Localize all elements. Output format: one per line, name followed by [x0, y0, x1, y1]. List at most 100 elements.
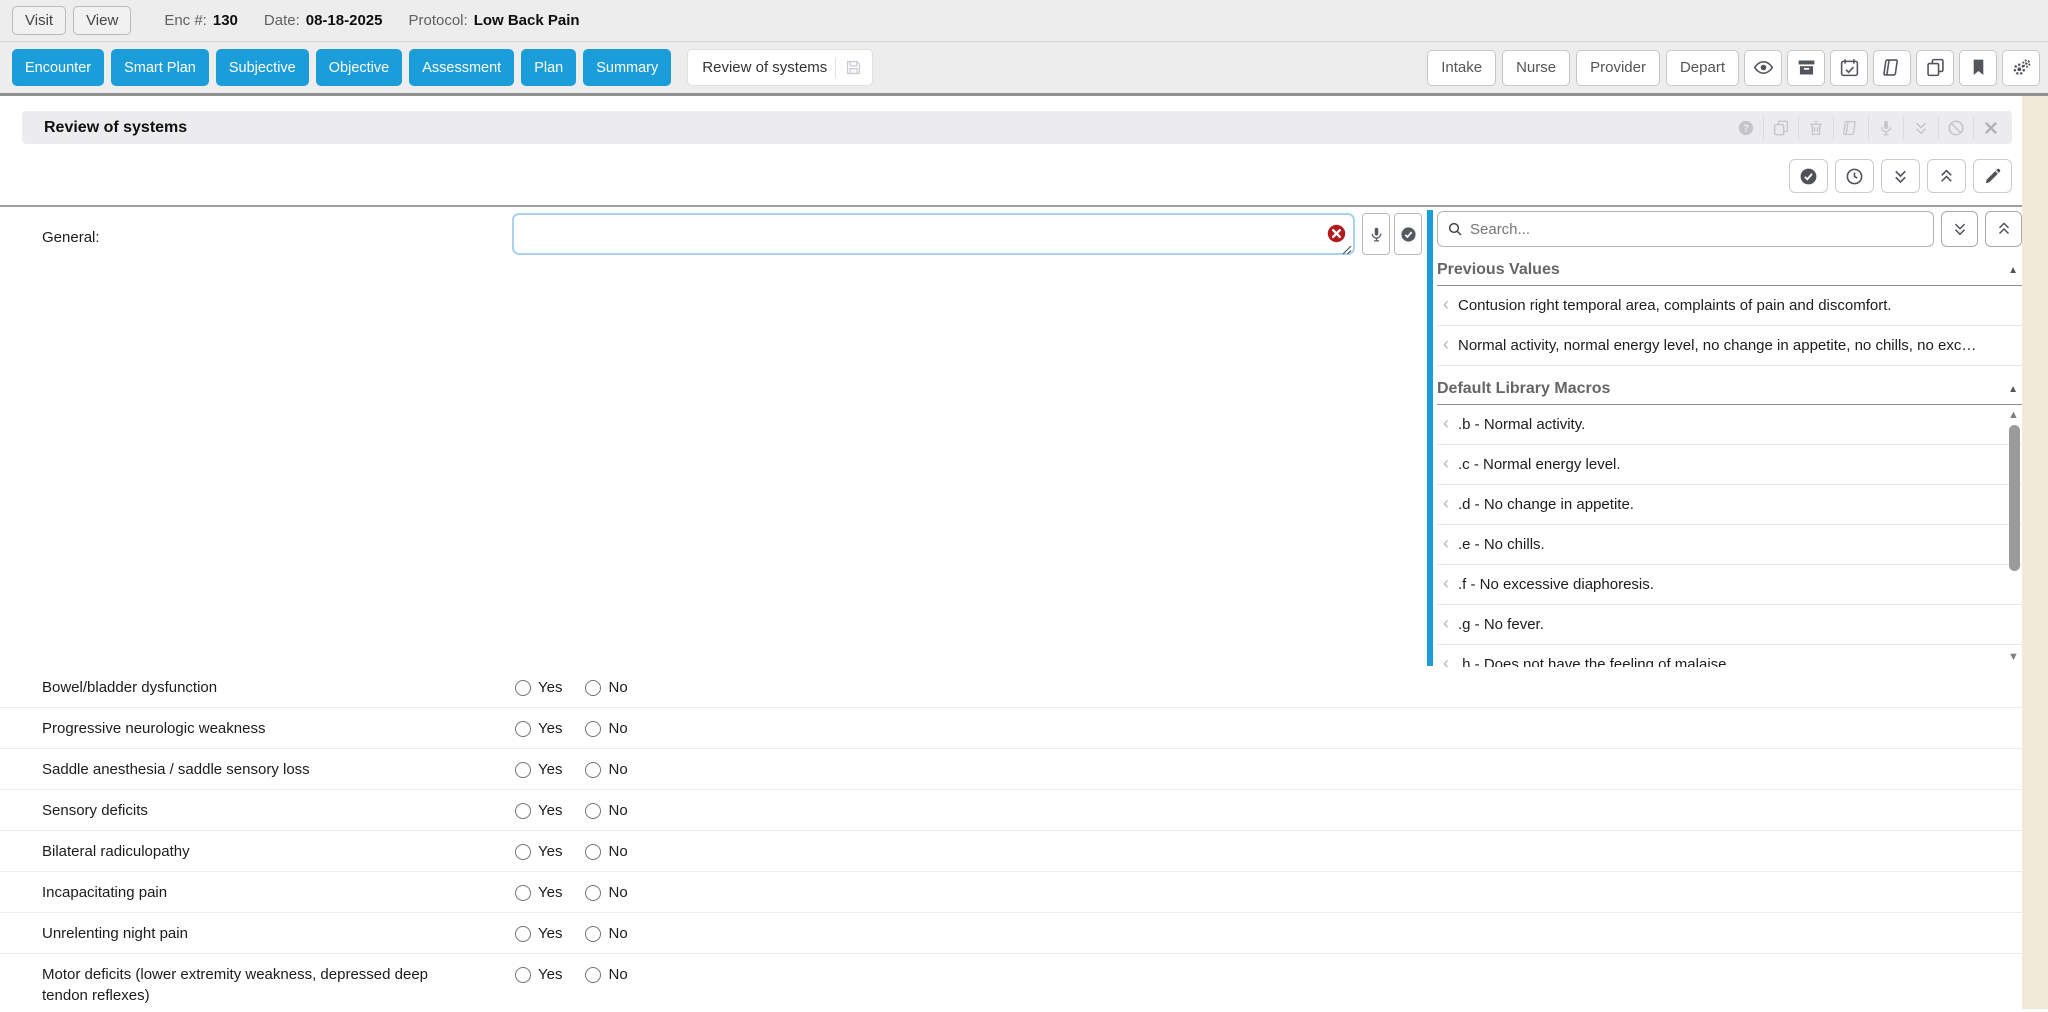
section-tab[interactable]: Subjective — [216, 49, 309, 86]
macro-item[interactable]: ‹ .e - No chills. — [1437, 525, 2022, 565]
no-radio[interactable]: No — [585, 923, 627, 944]
radio-circle[interactable] — [585, 926, 601, 942]
copy-note-icon[interactable] — [1763, 116, 1798, 140]
general-input[interactable] — [512, 213, 1355, 255]
expand-fields-button[interactable] — [1881, 159, 1920, 193]
yes-radio[interactable]: Yes — [515, 964, 562, 985]
section-tab[interactable]: Encounter — [12, 49, 104, 86]
collapse-sections-button[interactable] — [1985, 211, 2022, 247]
insert-chevron-icon[interactable]: ‹ — [1443, 296, 1449, 312]
no-radio[interactable]: No — [585, 800, 627, 821]
no-radio[interactable]: No — [585, 718, 627, 739]
yes-radio[interactable]: Yes — [515, 677, 562, 698]
radio-circle[interactable] — [515, 967, 531, 983]
nurse-button[interactable]: Nurse — [1502, 50, 1570, 86]
no-radio[interactable]: No — [585, 759, 627, 780]
radio-circle[interactable] — [515, 885, 531, 901]
confirm-field-button[interactable] — [1394, 213, 1422, 255]
macro-item[interactable]: ‹ .h - Does not have the feeling of mala… — [1437, 645, 2022, 667]
settings-button[interactable] — [2002, 50, 2040, 86]
insert-chevron-icon[interactable]: ‹ — [1443, 655, 1449, 667]
edit-button[interactable] — [1973, 159, 2012, 193]
clear-field-icon[interactable] — [1327, 224, 1346, 243]
bookmark-button[interactable] — [1959, 50, 1997, 86]
provider-button[interactable]: Provider — [1576, 50, 1660, 86]
macro-item[interactable]: ‹ .c - Normal energy level. — [1437, 445, 2022, 485]
yes-radio[interactable]: Yes — [515, 718, 562, 739]
no-radio[interactable]: No — [585, 964, 627, 985]
resize-handle[interactable] — [1342, 242, 1352, 252]
history-button[interactable] — [1835, 159, 1874, 193]
macro-item[interactable]: ‹ .b - Normal activity. — [1437, 405, 2022, 445]
macro-item[interactable]: ‹ .d - No change in appetite. — [1437, 485, 2022, 525]
radio-circle[interactable] — [585, 967, 601, 983]
close-icon[interactable] — [1973, 116, 2008, 140]
visit-button[interactable]: Visit — [12, 6, 66, 35]
preview-button[interactable] — [1744, 50, 1782, 86]
insert-chevron-icon[interactable]: ‹ — [1443, 615, 1449, 631]
previous-value-item[interactable]: ‹ Contusion right temporal area, complai… — [1437, 286, 2022, 326]
section-tab[interactable]: Assessment — [409, 49, 514, 86]
radio-circle[interactable] — [515, 680, 531, 696]
radio-circle[interactable] — [585, 762, 601, 778]
collapse-fields-button[interactable] — [1927, 159, 1966, 193]
radio-circle[interactable] — [515, 926, 531, 942]
insert-chevron-icon[interactable]: ‹ — [1443, 336, 1449, 352]
library-icon[interactable] — [1833, 116, 1868, 140]
radio-circle[interactable] — [585, 721, 601, 737]
insert-chevron-icon[interactable]: ‹ — [1443, 455, 1449, 471]
macros-header[interactable]: Default Library Macros ▲ — [1437, 375, 2022, 405]
yes-radio[interactable]: Yes — [515, 882, 562, 903]
library-button[interactable] — [1873, 50, 1911, 86]
previous-value-item[interactable]: ‹ Normal activity, normal energy level, … — [1437, 326, 2022, 366]
active-tab[interactable]: Review of systems — [687, 49, 873, 86]
no-radio[interactable]: No — [585, 677, 627, 698]
radio-circle[interactable] — [585, 803, 601, 819]
radio-circle[interactable] — [515, 762, 531, 778]
dictate-icon[interactable] — [1868, 116, 1903, 140]
dictate-field-button[interactable] — [1362, 213, 1390, 255]
collapse-triangle-icon[interactable]: ▲ — [2008, 265, 2018, 276]
search-box[interactable] — [1437, 211, 1934, 247]
yes-radio[interactable]: Yes — [515, 800, 562, 821]
archive-button[interactable] — [1787, 50, 1825, 86]
save-icon[interactable] — [844, 58, 863, 77]
radio-circle[interactable] — [515, 803, 531, 819]
view-button[interactable]: View — [73, 6, 131, 35]
delete-icon[interactable] — [1798, 116, 1833, 140]
insert-chevron-icon[interactable]: ‹ — [1443, 415, 1449, 431]
complete-check-button[interactable] — [1789, 159, 1828, 193]
radio-circle[interactable] — [585, 680, 601, 696]
macro-item[interactable]: ‹ .g - No fever. — [1437, 605, 2022, 645]
intake-button[interactable]: Intake — [1427, 50, 1496, 86]
expand-all-icon[interactable] — [1903, 116, 1938, 140]
yes-radio[interactable]: Yes — [515, 923, 562, 944]
help-icon[interactable]: ? — [1728, 116, 1763, 140]
no-radio[interactable]: No — [585, 841, 627, 862]
insert-chevron-icon[interactable]: ‹ — [1443, 535, 1449, 551]
previous-values-header[interactable]: Previous Values ▲ — [1437, 256, 2022, 286]
yes-radio[interactable]: Yes — [515, 759, 562, 780]
no-radio[interactable]: No — [585, 882, 627, 903]
section-tab[interactable]: Plan — [521, 49, 576, 86]
disable-icon[interactable] — [1938, 116, 1973, 140]
section-tab[interactable]: Smart Plan — [111, 49, 209, 86]
scroll-down-icon[interactable]: ▼ — [2008, 651, 2019, 663]
copy-button[interactable] — [1916, 50, 1954, 86]
radio-circle[interactable] — [585, 844, 601, 860]
section-tab[interactable]: Objective — [316, 49, 402, 86]
yes-radio[interactable]: Yes — [515, 841, 562, 862]
collapse-triangle-icon[interactable]: ▲ — [2008, 384, 2018, 395]
radio-circle[interactable] — [515, 844, 531, 860]
insert-chevron-icon[interactable]: ‹ — [1443, 495, 1449, 511]
calendar-button[interactable] — [1830, 50, 1868, 86]
section-tab[interactable]: Summary — [583, 49, 671, 86]
macros-scrollbar[interactable]: ▲ ▼ — [2007, 409, 2022, 663]
scroll-up-icon[interactable]: ▲ — [2008, 409, 2019, 421]
scrollbar-thumb[interactable] — [2009, 425, 2020, 571]
radio-circle[interactable] — [515, 721, 531, 737]
macro-item[interactable]: ‹ .f - No excessive diaphoresis. — [1437, 565, 2022, 605]
insert-chevron-icon[interactable]: ‹ — [1443, 575, 1449, 591]
radio-circle[interactable] — [585, 885, 601, 901]
expand-sections-button[interactable] — [1941, 211, 1978, 247]
